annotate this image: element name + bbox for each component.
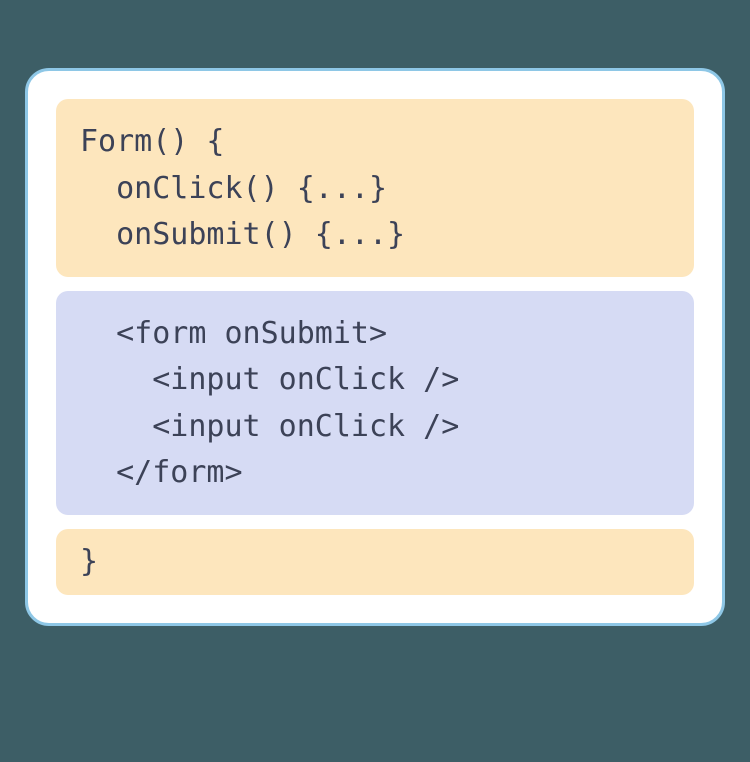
code-block-js-footer: } bbox=[56, 529, 694, 596]
component-card: Form() { onClick() {...} onSubmit() {...… bbox=[25, 68, 725, 626]
code-block-js-header: Form() { onClick() {...} onSubmit() {...… bbox=[56, 99, 694, 277]
code-block-jsx-body: <form onSubmit> <input onClick /> <input… bbox=[56, 291, 694, 515]
